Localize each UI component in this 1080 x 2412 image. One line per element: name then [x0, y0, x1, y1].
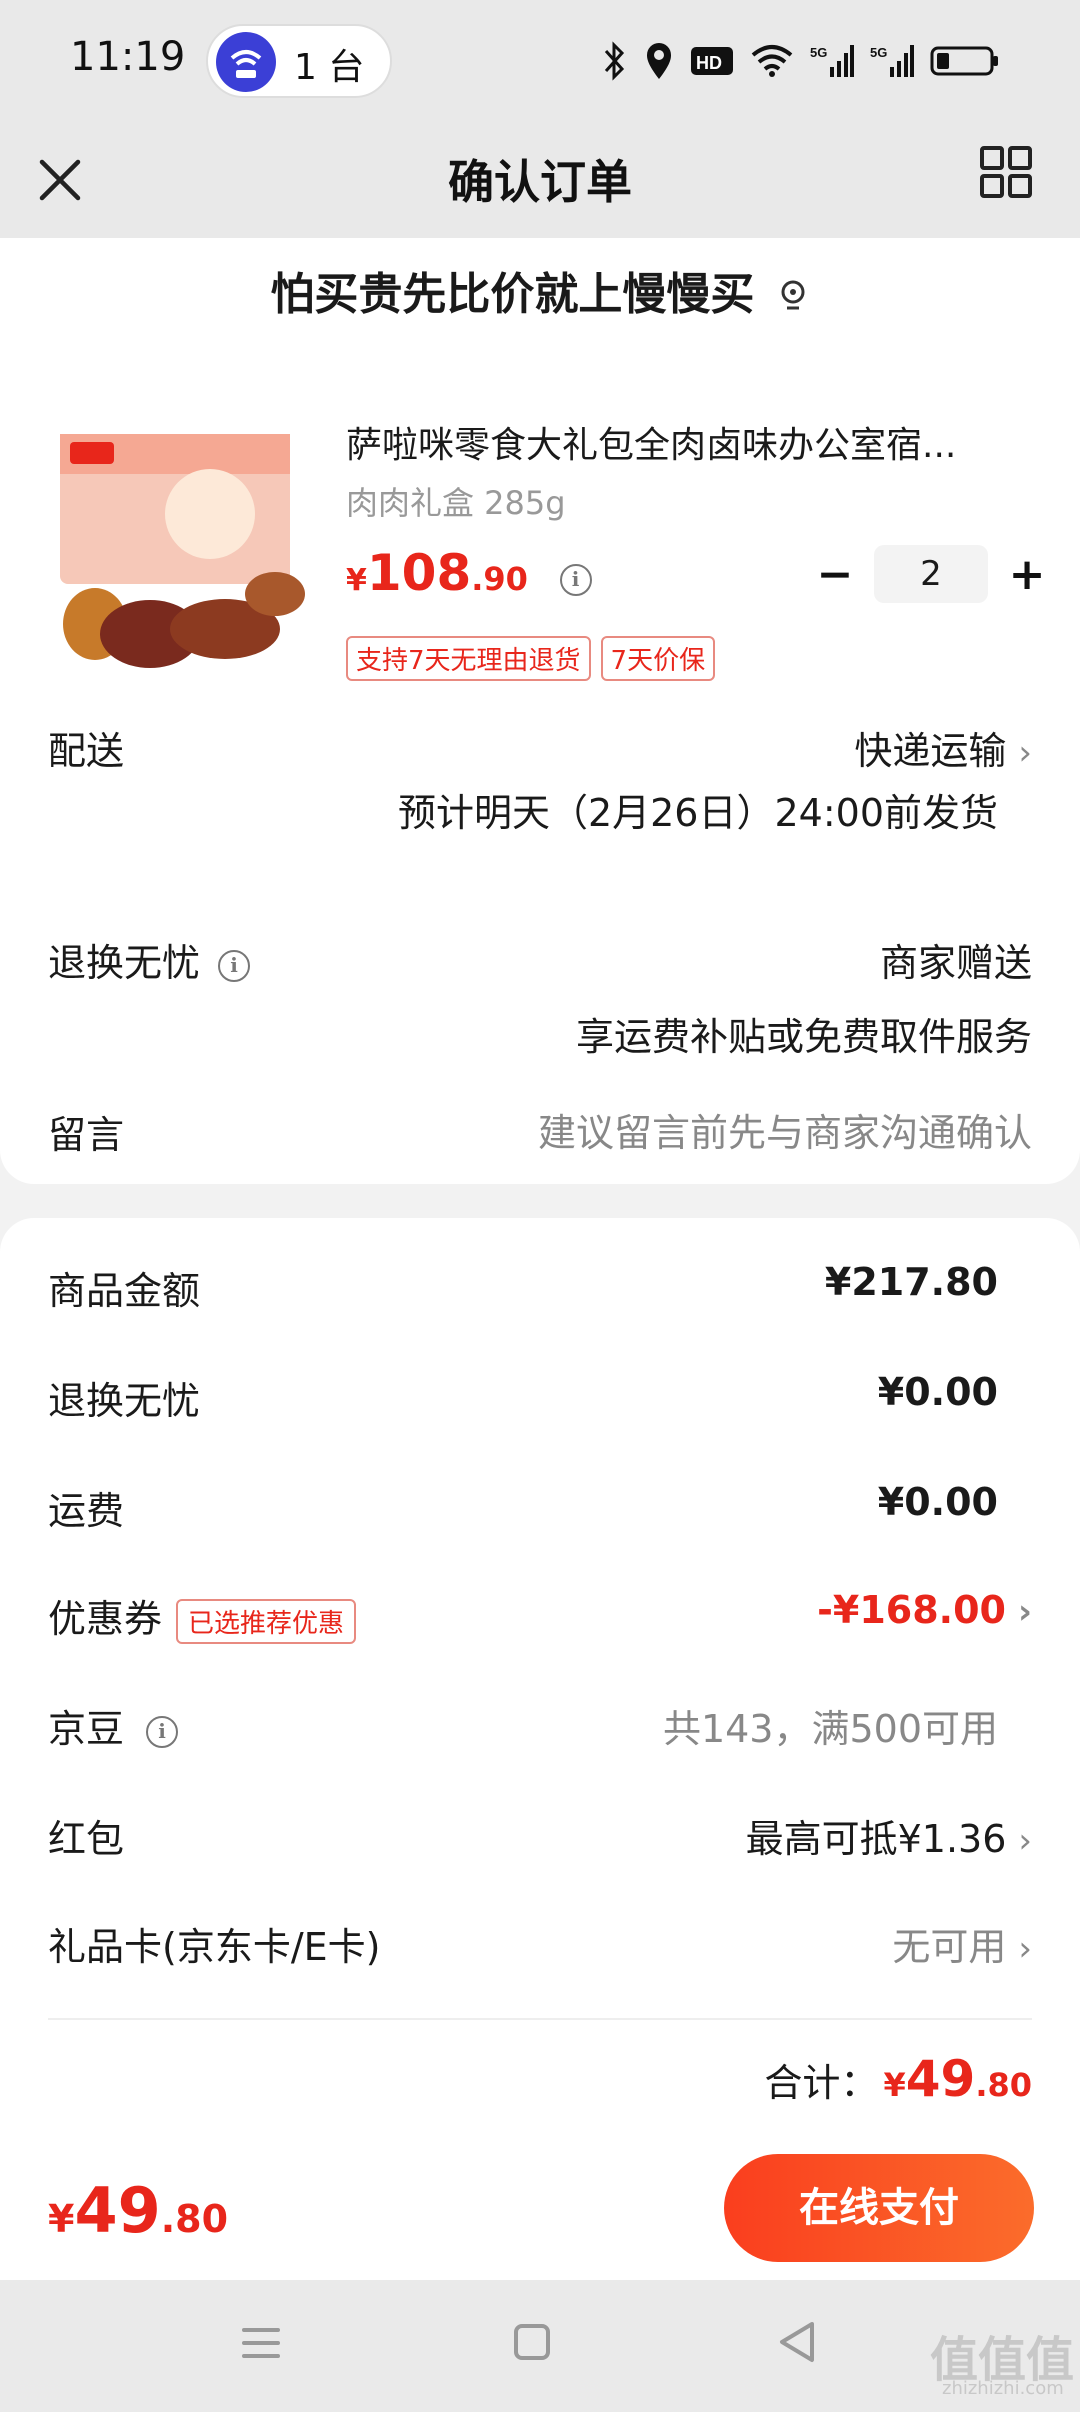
coupon-label: 优惠券 已选推荐优惠	[48, 1588, 357, 1644]
delivery-label: 配送	[48, 729, 125, 773]
menu-icon[interactable]	[240, 2322, 282, 2364]
clock: 11:19	[70, 34, 186, 80]
home-icon[interactable]	[512, 2322, 552, 2362]
hotspot-count: 1 台	[294, 47, 365, 88]
status-bar: 11:19 1 台 HD 5G 5G	[0, 0, 1080, 124]
hd-icon: HD	[691, 47, 733, 75]
chevron-right-icon: ›	[1018, 733, 1032, 773]
price-protect-tag: 7天价保	[600, 636, 716, 681]
order-item-card: 萨啦咪零食大礼包全肉卤味办公室宿... 肉肉礼盒 285g ¥108.90 i …	[0, 336, 1080, 1184]
shipping-value: ¥0.00	[877, 1480, 998, 1524]
coupon-value[interactable]: -¥168.00 ›	[817, 1588, 1032, 1632]
goods-amount-label: 商品金额	[48, 1269, 201, 1313]
jingdou-value: 共143，满500可用	[662, 1707, 998, 1751]
battery-icon	[930, 46, 998, 76]
watermark-sub: zhizhizhi.com	[942, 2378, 1064, 2399]
info-icon[interactable]: i	[146, 1716, 179, 1748]
footer-total: ¥49.80	[48, 2174, 229, 2247]
return-tag: 支持7天无理由退货	[346, 636, 591, 681]
location-icon	[647, 43, 671, 79]
giftcard-label: 礼品卡(京东卡/E卡)	[48, 1925, 381, 1969]
total-amount: 49	[905, 2050, 976, 2108]
worry-fee-value: ¥0.00	[877, 1370, 998, 1414]
quantity-stepper: − 2 +	[810, 544, 1052, 604]
goods-amount-value: ¥217.80	[824, 1260, 998, 1304]
system-nav-bar: 值值值 zhizhizhi.com	[0, 2280, 1080, 2412]
product-spec: 肉肉礼盒 285g	[346, 484, 566, 522]
info-icon[interactable]: i	[218, 950, 251, 982]
top-nav: 确认订单	[0, 124, 1080, 238]
message-input[interactable]: 建议留言前先与商家沟通确认	[538, 1102, 1032, 1157]
hotspot-pill[interactable]: 1 台	[206, 24, 392, 98]
unit-price: ¥108.90 i	[346, 544, 592, 602]
divider	[48, 2018, 1032, 2020]
location-pin-icon	[781, 280, 805, 310]
worry-free-desc: 享运费补贴或免费取件服务	[575, 1015, 1032, 1059]
price-compare-banner[interactable]: 怕买贵先比价就上慢慢买	[0, 238, 1080, 336]
back-icon[interactable]	[776, 2320, 818, 2364]
banner-text: 怕买贵先比价就上慢慢买	[0, 258, 1080, 322]
delivery-estimate: 预计明天（2月26日）24:00前发货	[397, 791, 998, 835]
signal-5g-icon: 5G	[870, 45, 914, 77]
product-title[interactable]: 萨啦咪零食大礼包全肉卤味办公室宿...	[346, 416, 1036, 468]
hotspot-icon	[216, 32, 276, 92]
wifi-icon	[751, 45, 793, 77]
svg-text:5G: 5G	[870, 45, 887, 60]
coupon-tag: 已选推荐优惠	[176, 1599, 357, 1644]
page-title: 确认订单	[448, 155, 632, 209]
quantity-value[interactable]: 2	[874, 545, 988, 603]
product-image[interactable]	[50, 424, 310, 684]
chevron-right-icon: ›	[1017, 1592, 1032, 1632]
shipping-label: 运费	[48, 1489, 125, 1533]
checkout-bar: ¥49.80 在线支付	[0, 2132, 1080, 2280]
bluetooth-icon	[604, 41, 625, 81]
message-label: 留言	[48, 1113, 125, 1157]
chevron-right-icon: ›	[1018, 1821, 1032, 1861]
service-tags: 支持7天无理由退货 7天价保	[346, 636, 716, 681]
giftcard-value[interactable]: 无可用 ›	[892, 1916, 1032, 1971]
decrease-button[interactable]: −	[810, 549, 860, 600]
svg-text:HD: HD	[696, 53, 722, 73]
price-info-icon[interactable]: i	[559, 564, 592, 596]
pay-online-button[interactable]: 在线支付	[724, 2154, 1034, 2262]
chevron-right-icon: ›	[1018, 1929, 1032, 1969]
worry-free-label: 退换无忧 i	[48, 932, 251, 987]
worry-free-value: 商家赠送	[879, 941, 1032, 985]
svg-text:5G: 5G	[810, 45, 827, 60]
redpacket-value[interactable]: 最高可抵¥1.36 ›	[746, 1808, 1032, 1863]
status-icons: HD 5G 5G	[600, 38, 1000, 84]
grid-menu-icon[interactable]	[980, 146, 1032, 198]
signal-5g-icon: 5G	[810, 45, 854, 77]
total-row: 合计： ¥49.80	[764, 2050, 1032, 2108]
increase-button[interactable]: +	[1002, 549, 1052, 600]
worry-fee-label: 退换无忧	[48, 1379, 201, 1423]
price-summary-card: 商品金额 ¥217.80 退换无忧 ¥0.00 运费 ¥0.00 优惠券 已选推荐…	[0, 1218, 1080, 2132]
total-label: 合计：	[764, 2061, 879, 2105]
redpacket-label: 红包	[48, 1817, 125, 1861]
delivery-method[interactable]: 快递运输 ›	[854, 720, 1032, 775]
jingdou-label: 京豆 i	[48, 1698, 179, 1753]
